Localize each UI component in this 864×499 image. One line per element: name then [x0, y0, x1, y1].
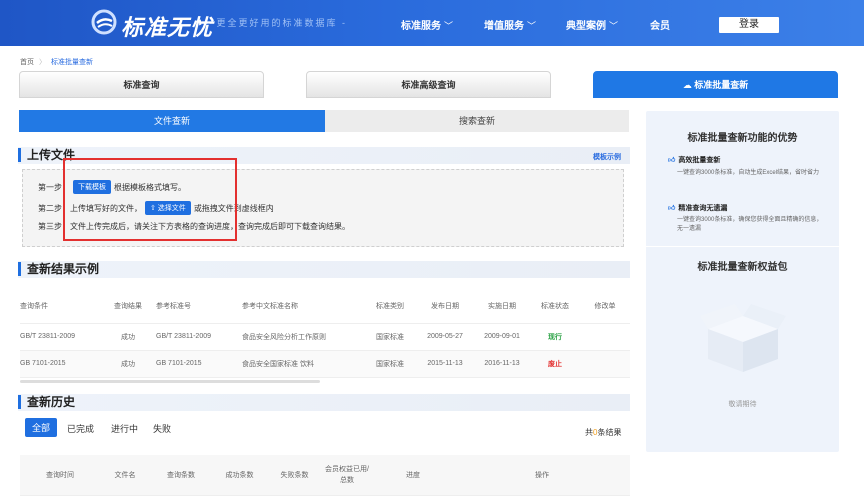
results-table: 查询条件 查询结果 参考标准号 参考中文标准名称 标准类别 发布日期 实施日期 …: [20, 290, 630, 378]
column-header: 查询条数: [150, 455, 212, 496]
brand-name[interactable]: 标准无忧: [121, 10, 213, 42]
total-count: 共0条结果: [585, 427, 621, 438]
cell-impl-date: 2009-09-01: [474, 323, 530, 351]
column-header: 失败条数: [267, 455, 322, 496]
cell-impl-date: 2016-11-13: [474, 350, 530, 378]
total-suffix: 条结果: [597, 428, 622, 437]
status-badge: 废止: [530, 350, 580, 378]
column-header: 进度: [372, 455, 454, 496]
column-header: 修改单: [580, 290, 630, 324]
breadcrumb: 首页〉标准批量查新: [20, 57, 93, 67]
advantage-1-title: 👍︎ 高效批量查新: [668, 155, 720, 165]
column-header: 查询时间: [20, 455, 100, 496]
filter-completed[interactable]: 已完成: [67, 422, 94, 435]
column-header: 参考中文标准名称: [236, 290, 364, 324]
column-header: 文件名: [100, 455, 150, 496]
column-header: 成功条数: [212, 455, 267, 496]
table-row: GB/T 23811-2009 成功 GB/T 23811-2009 食品安全风…: [20, 323, 630, 351]
tab-advanced-query[interactable]: 标准高级查询: [306, 71, 551, 98]
cell-std-name: 食品安全风险分析工作原则: [236, 323, 364, 351]
nav-label: 增值服务: [484, 21, 524, 32]
results-section-title: 查新结果示例: [18, 262, 99, 276]
empty-box-icon: [700, 304, 786, 372]
template-sample-link[interactable]: 模板示例: [593, 152, 621, 162]
cell-result: 成功: [100, 323, 156, 351]
logo-icon: [91, 9, 117, 35]
column-header: 查询结果: [100, 290, 156, 324]
status-badge: 现行: [530, 323, 580, 351]
nav-standard-services[interactable]: 标准服务 ﹀: [401, 17, 453, 32]
tab-batch-check[interactable]: ☁ 标准批量查新: [593, 71, 838, 98]
thumbs-up-icon: 👍︎: [668, 205, 676, 212]
empty-text: 敬请期待: [728, 401, 757, 408]
history-section-title: 查新历史: [18, 395, 75, 409]
table-header-row: 查询时间 文件名 查询条数 成功条数 失败条数 会员权益已用/总数 进度 操作: [20, 455, 630, 496]
column-header: 发布日期: [416, 290, 474, 324]
breadcrumb-home[interactable]: 首页: [20, 59, 34, 66]
filter-all[interactable]: 全部: [25, 418, 58, 437]
cell-result: 成功: [100, 350, 156, 378]
history-table: 查询时间 文件名 查询条数 成功条数 失败条数 会员权益已用/总数 进度 操作: [20, 455, 630, 496]
advantages-title: 标准批量查新功能的优势: [687, 133, 798, 144]
divider: [646, 246, 839, 247]
thumbs-up-icon: 👍︎: [668, 157, 676, 164]
cell-query: GB 7101-2015: [20, 350, 100, 378]
breadcrumb-current: 标准批量查新: [51, 59, 93, 66]
table-header-row: 查询条件 查询结果 参考标准号 参考中文标准名称 标准类别 发布日期 实施日期 …: [20, 290, 630, 324]
column-header: 标准状态: [530, 290, 580, 324]
nav-membership[interactable]: 会员: [650, 17, 670, 32]
cell-query: GB/T 23811-2009: [20, 323, 100, 351]
tab-standard-query[interactable]: 标准查询: [19, 71, 264, 98]
nav-label: 典型案例: [566, 21, 606, 32]
cell-category: 国家标准: [364, 350, 416, 378]
nav-label: 标准服务: [401, 21, 441, 32]
table-row: GB 7101-2015 成功 GB 7101-2015 食品安全国家标准 饮料…: [20, 350, 630, 378]
cell-publish-date: 2015-11-13: [416, 350, 474, 378]
cell-std-name: 食品安全国家标准 饮料: [236, 350, 364, 378]
advantage-2-text: 一键查询3000条标准，确保您获得全面且精确的信息，无一遗漏: [677, 217, 823, 232]
advantage-2-label: 精准查询无遗漏: [678, 205, 728, 212]
chevron-down-icon: ﹀: [609, 21, 619, 31]
login-button[interactable]: 登录: [719, 17, 779, 33]
column-header: 标准类别: [364, 290, 416, 324]
cell-amendment: [580, 323, 630, 351]
cell-amendment: [580, 350, 630, 378]
advantage-2-title: 👍︎ 精准查询无遗漏: [668, 203, 727, 213]
nav-cases[interactable]: 典型案例 ﹀: [566, 17, 618, 32]
column-header: 操作: [454, 455, 630, 496]
column-header: 实施日期: [474, 290, 530, 324]
tab-file-check[interactable]: 文件查新: [19, 110, 325, 132]
breadcrumb-separator: 〉: [39, 59, 46, 66]
total-prefix: 共: [585, 428, 593, 437]
advantage-1-label: 高效批量查新: [678, 157, 721, 164]
cell-publish-date: 2009-05-27: [416, 323, 474, 351]
cell-std-no: GB/T 23811-2009: [156, 323, 236, 351]
package-title: 标准批量查新权益包: [697, 262, 788, 273]
nav-value-services[interactable]: 增值服务 ﹀: [484, 17, 536, 32]
section-bar: [18, 261, 630, 278]
filter-failed[interactable]: 失败: [153, 422, 171, 435]
horizontal-scrollbar[interactable]: [20, 380, 320, 383]
highlight-box: [63, 158, 237, 241]
column-header: 参考标准号: [156, 290, 236, 324]
chevron-down-icon: ﹀: [444, 21, 454, 31]
top-navbar: 标准无忧 - 更全更好用的标准数据库 - 标准服务 ﹀ 增值服务 ﹀ 典型案例 ﹀ 会…: [0, 0, 864, 46]
section-bar: [18, 394, 630, 411]
column-header: 会员权益已用/总数: [322, 455, 372, 496]
filter-in-progress[interactable]: 进行中: [111, 422, 138, 435]
advantage-1-text: 一键查询3000条标准，自动生成Excel结果，省时省力: [677, 170, 820, 176]
chevron-down-icon: ﹀: [527, 21, 537, 31]
brand-slogan: - 更全更好用的标准数据库 -: [207, 18, 347, 28]
cell-std-no: GB 7101-2015: [156, 350, 236, 378]
column-header: 查询条件: [20, 290, 100, 324]
cell-category: 国家标准: [364, 323, 416, 351]
tab-search-check[interactable]: 搜索查新: [325, 110, 629, 132]
nav-label: 会员: [650, 21, 670, 32]
